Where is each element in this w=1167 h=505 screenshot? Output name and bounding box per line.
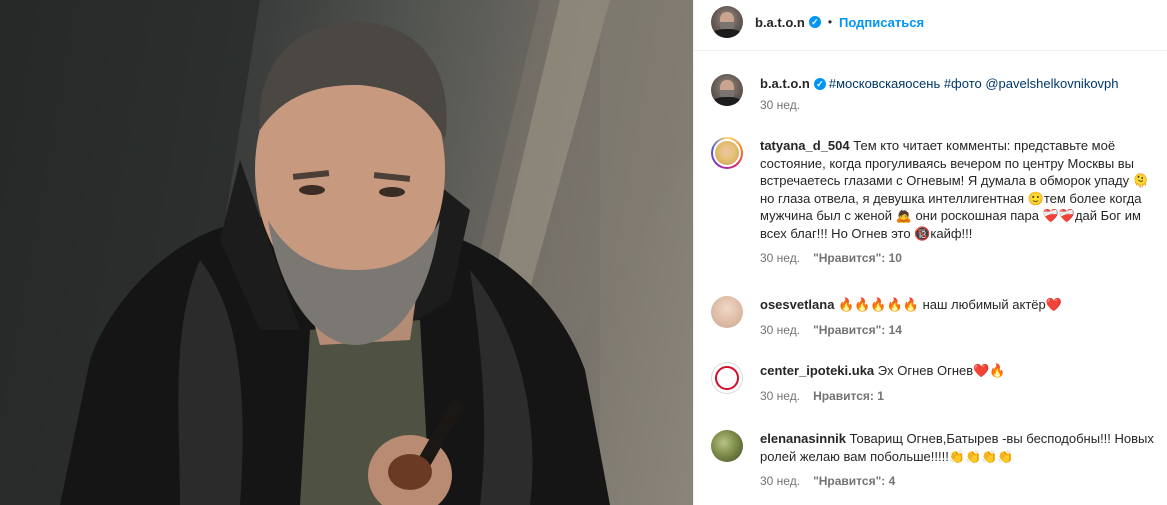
comment-item: tatyana_d_504 Тем кто читает комменты: п… xyxy=(711,137,1161,268)
comment-username[interactable]: osesvetlana xyxy=(760,297,834,312)
caption-timestamp[interactable]: 30 нед. xyxy=(760,97,800,115)
comment-timestamp[interactable]: 30 нед. xyxy=(760,473,800,491)
author-avatar[interactable] xyxy=(711,6,743,38)
comment-text: 🔥🔥🔥🔥🔥 наш любимый актёр❤️ xyxy=(838,297,1062,312)
comment-username[interactable]: elenanasinnik xyxy=(760,431,846,446)
comment-avatar[interactable] xyxy=(711,137,743,169)
comment-item: elenanasinnik Товарищ Огнев,Батырев -вы … xyxy=(711,430,1161,491)
comment-likes[interactable]: "Нравится": 10 xyxy=(813,250,902,268)
comment-avatar[interactable] xyxy=(711,296,743,328)
follow-button[interactable]: Подписаться xyxy=(839,15,924,30)
comment-timestamp[interactable]: 30 нед. xyxy=(760,250,800,268)
caption-author-avatar[interactable] xyxy=(711,74,743,106)
comment-avatar[interactable] xyxy=(711,362,743,394)
post-photo[interactable] xyxy=(0,0,693,505)
comment-avatar[interactable] xyxy=(711,430,743,462)
comment-username[interactable]: center_ipoteki.uka xyxy=(760,363,874,378)
comment-text: Тем кто читает комменты: представьте моё… xyxy=(760,138,1149,241)
comment-text: Эх Огнев Огнев❤️🔥 xyxy=(877,363,1006,378)
post-caption: b.a.t.o.n ✓ #московскаяосень #фото @pave… xyxy=(711,74,1161,115)
caption-text[interactable]: #московскаяосень #фото @pavelshelkovniko… xyxy=(829,74,1119,94)
post-photo-illustration xyxy=(0,0,693,505)
comment-timestamp[interactable]: 30 нед. xyxy=(760,322,800,340)
author-username[interactable]: b.a.t.o.n xyxy=(755,15,805,30)
post-header: b.a.t.o.n ✓ • Подписаться xyxy=(694,0,1167,44)
comment-item: osesvetlana 🔥🔥🔥🔥🔥 наш любимый актёр❤️ 30… xyxy=(711,296,1161,339)
comment-likes[interactable]: "Нравится": 14 xyxy=(813,322,902,340)
comments-sidebar: b.a.t.o.n ✓ • Подписаться b.a.t.o.n ✓ #м… xyxy=(693,0,1167,505)
comment-timestamp[interactable]: 30 нед. xyxy=(760,388,800,406)
comment-likes[interactable]: "Нравится": 4 xyxy=(813,473,895,491)
caption-author-username[interactable]: b.a.t.o.n xyxy=(760,74,810,94)
header-separator: • xyxy=(827,15,833,29)
caption-verified-badge-icon: ✓ xyxy=(813,78,826,90)
comment-item: center_ipoteki.uka Эх Огнев Огнев❤️🔥 30 … xyxy=(711,362,1161,405)
comment-likes[interactable]: Нравится: 1 xyxy=(813,388,884,406)
header-divider xyxy=(694,50,1167,51)
comment-username[interactable]: tatyana_d_504 xyxy=(760,138,850,153)
verified-badge-icon: ✓ xyxy=(808,16,821,28)
